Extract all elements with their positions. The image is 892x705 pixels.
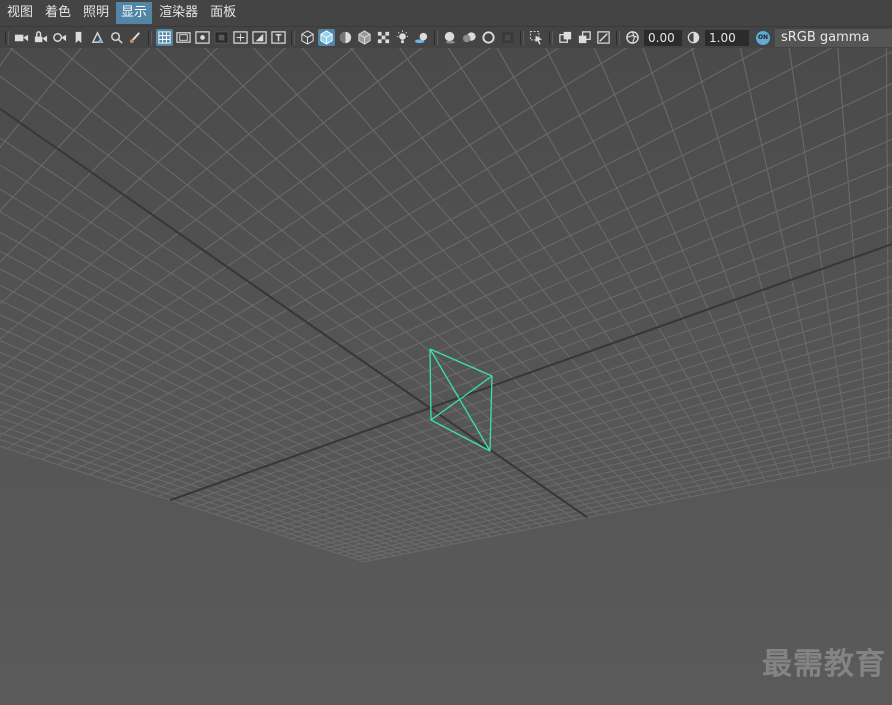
menu-shading[interactable]: 着色 (40, 2, 76, 24)
toolbar-separator (549, 30, 553, 45)
resolution-gate-icon[interactable] (194, 29, 211, 46)
menu-bar: 视图 着色 照明 显示 渲染器 面板 (0, 0, 892, 26)
select-camera-icon[interactable] (13, 29, 30, 46)
menu-renderer[interactable]: 渲染器 (154, 2, 203, 24)
depth-of-field-icon[interactable] (499, 29, 516, 46)
safe-title-icon[interactable] (270, 29, 287, 46)
xray-active-components-icon[interactable] (576, 29, 593, 46)
bookmarks-icon[interactable] (70, 29, 87, 46)
xray-icon[interactable] (557, 29, 574, 46)
two-d-pan-zoom-icon[interactable] (108, 29, 125, 46)
isolate-select-icon[interactable] (528, 29, 545, 46)
toolbar-handle[interactable] (5, 30, 9, 45)
gamma-value-field[interactable]: 1.00 (705, 29, 749, 46)
exposure-value-field[interactable]: 0.00 (644, 29, 682, 46)
image-plane-icon[interactable] (89, 29, 106, 46)
xray-joints-icon[interactable] (595, 29, 612, 46)
motion-blur-icon[interactable] (461, 29, 478, 46)
menu-lighting[interactable]: 照明 (78, 2, 114, 24)
gamma-icon[interactable] (685, 29, 702, 46)
textured-icon[interactable] (375, 29, 392, 46)
camera-attributes-icon[interactable] (51, 29, 68, 46)
toolbar-separator (616, 30, 620, 45)
wireframe-on-shaded-icon[interactable] (356, 29, 373, 46)
menu-show[interactable]: 显示 (116, 2, 153, 24)
lock-camera-icon[interactable] (32, 29, 49, 46)
view-transform-selector[interactable]: sRGB gamma (775, 28, 892, 47)
toolbar-separator (520, 30, 524, 45)
film-gate-icon[interactable] (175, 29, 192, 46)
grid-icon[interactable] (156, 29, 173, 46)
safe-action-icon[interactable] (251, 29, 268, 46)
watermark-text: 最需教育 (762, 647, 886, 682)
gate-mask-icon[interactable] (213, 29, 230, 46)
color-management-toggle[interactable]: ON (755, 29, 771, 46)
grease-pencil-icon[interactable] (127, 29, 144, 46)
default-material-icon[interactable] (337, 29, 354, 46)
exposure-icon[interactable] (624, 29, 641, 46)
toolbar-separator (148, 30, 152, 45)
field-chart-icon[interactable] (232, 29, 249, 46)
use-all-lights-icon[interactable] (394, 29, 411, 46)
screen-space-ao-icon[interactable] (442, 29, 459, 46)
perspective-viewport[interactable] (0, 48, 892, 705)
smooth-shade-icon[interactable] (318, 29, 335, 46)
toolbar-separator (434, 30, 438, 45)
menu-panels[interactable]: 面板 (205, 2, 241, 24)
toolbar-separator (291, 30, 295, 45)
shadows-icon[interactable] (413, 29, 430, 46)
wireframe-icon[interactable] (299, 29, 316, 46)
anti-aliasing-icon[interactable] (480, 29, 497, 46)
menu-view[interactable]: 视图 (2, 2, 38, 24)
panel-toolbar: 0.00 1.00 ON sRGB gamma (0, 26, 892, 48)
